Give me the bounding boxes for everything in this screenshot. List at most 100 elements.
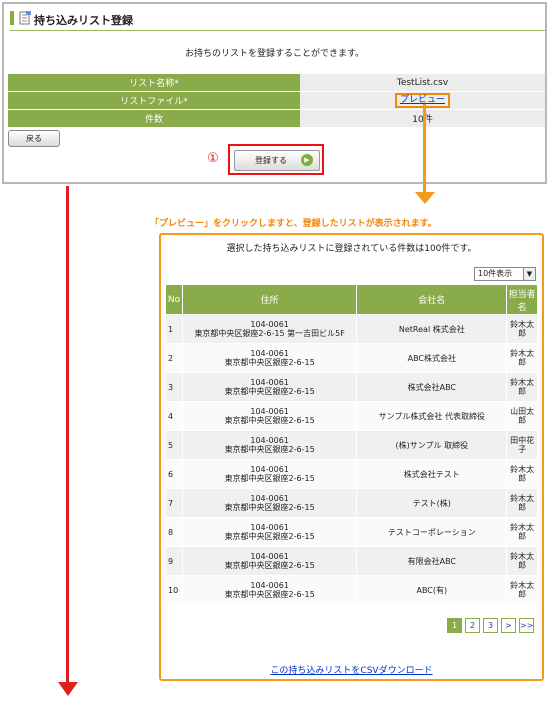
- header-rep: 担当者名: [506, 284, 538, 315]
- page-size-select[interactable]: 10件表示 ▼: [474, 267, 536, 281]
- zip-code: 104-0061: [250, 465, 289, 474]
- address-text: 東京都中央区銀座2-6-15: [224, 561, 315, 570]
- zip-code: 104-0061: [250, 523, 289, 532]
- header-divider: [10, 30, 546, 31]
- register-button-label: 登録する: [255, 156, 287, 165]
- preview-summary: 選択した持ち込みリストに登録されている件数は100件です。: [226, 244, 477, 254]
- zip-code: 104-0061: [250, 436, 289, 445]
- page-2-button[interactable]: 2: [465, 618, 480, 633]
- cell-no: 2: [165, 343, 183, 373]
- back-button[interactable]: 戻る: [8, 130, 60, 147]
- cell-rep: 鈴木太郎: [506, 372, 538, 402]
- address-text: 東京都中央区銀座2-6-15: [224, 445, 315, 454]
- zip-code: 104-0061: [250, 349, 289, 358]
- zip-code: 104-0061: [250, 407, 289, 416]
- preview-table: No 住所 会社名 担当者名 1 104-0061 東京都中央区銀座2-6-15 …: [165, 284, 538, 605]
- header-company: 会社名: [356, 284, 508, 315]
- cell-rep: 鈴木太郎: [506, 546, 538, 576]
- cell-address: 104-0061 東京都中央区銀座2-6-15 第一吉田ビル5F: [181, 314, 358, 344]
- red-arrow-head-icon: [58, 682, 78, 696]
- cell-no: 6: [165, 459, 183, 489]
- cell-no: 7: [165, 488, 183, 518]
- page-size-value: 10件表示: [478, 269, 513, 278]
- cell-company: サンプル株式会社 代表取締役: [356, 401, 508, 431]
- page-3-button[interactable]: 3: [483, 618, 498, 633]
- cell-rep: 鈴木太郎: [506, 343, 538, 373]
- next-page-button[interactable]: >: [501, 618, 516, 633]
- list-import-panel: 持ち込みリスト登録 お持ちのリストを登録することができます。 リスト名称* Te…: [2, 2, 547, 184]
- address-text: 東京都中央区銀座2-6-15: [224, 358, 315, 367]
- cell-address: 104-0061 東京都中央区銀座2-6-15: [181, 459, 358, 489]
- cell-no: 5: [165, 430, 183, 460]
- cell-no: 3: [165, 372, 183, 402]
- orange-arrow-line: [423, 104, 426, 198]
- page-1-button[interactable]: 1: [447, 618, 462, 633]
- zip-code: 104-0061: [250, 494, 289, 503]
- cell-address: 104-0061 東京都中央区銀座2-6-15: [181, 575, 358, 605]
- table-row: 1 104-0061 東京都中央区銀座2-6-15 第一吉田ビル5F NetRea…: [165, 314, 538, 344]
- page-title: 持ち込みリスト登録: [34, 14, 133, 27]
- table-row: 2 104-0061 東京都中央区銀座2-6-15 ABC株式会社 鈴木太郎: [165, 343, 538, 373]
- list-form-table: リスト名称* TestList.csv リストファイル* プレビュー 件数 10…: [8, 74, 545, 128]
- cell-company: 株式会社ABC: [356, 372, 508, 402]
- cell-no: 4: [165, 401, 183, 431]
- cell-address: 104-0061 東京都中央区銀座2-6-15: [181, 372, 358, 402]
- cell-rep: 山田太郎: [506, 401, 538, 431]
- cell-address: 104-0061 東京都中央区銀座2-6-15: [181, 401, 358, 431]
- orange-arrow-head-icon: [415, 192, 435, 204]
- table-row: 10 104-0061 東京都中央区銀座2-6-15 ABC(有) 鈴木太郎: [165, 575, 538, 605]
- address-text: 東京都中央区銀座2-6-15: [224, 416, 315, 425]
- cell-rep: 田中花子: [506, 430, 538, 460]
- zip-code: 104-0061: [250, 552, 289, 561]
- cell-company: ABC株式会社: [356, 343, 508, 373]
- zip-code: 104-0061: [250, 320, 289, 329]
- cell-company: 有限会社ABC: [356, 546, 508, 576]
- table-row: 4 104-0061 東京都中央区銀座2-6-15 サンプル株式会社 代表取締役 …: [165, 401, 538, 431]
- cell-no: 9: [165, 546, 183, 576]
- form-row-count: 件数 10件: [8, 109, 545, 128]
- list-name-value: TestList.csv: [300, 74, 545, 92]
- address-text: 東京都中央区銀座2-6-15: [224, 532, 315, 541]
- address-text: 東京都中央区銀座2-6-15: [224, 590, 315, 599]
- cell-company: ABC(有): [356, 575, 508, 605]
- cell-no: 1: [165, 314, 183, 344]
- address-text: 東京都中央区銀座2-6-15: [224, 503, 315, 512]
- cell-address: 104-0061 東京都中央区銀座2-6-15: [181, 546, 358, 576]
- zip-code: 104-0061: [250, 581, 289, 590]
- cell-company: テスト(株): [356, 488, 508, 518]
- cell-company: NetReal 株式会社: [356, 314, 508, 344]
- table-row: 9 104-0061 東京都中央区銀座2-6-15 有限会社ABC 鈴木太郎: [165, 546, 538, 576]
- red-arrow-line: [66, 186, 69, 686]
- cell-address: 104-0061 東京都中央区銀座2-6-15: [181, 517, 358, 547]
- table-row: 3 104-0061 東京都中央区銀座2-6-15 株式会社ABC 鈴木太郎: [165, 372, 538, 402]
- zip-code: 104-0061: [250, 378, 289, 387]
- field-label: リストファイル*: [8, 91, 300, 110]
- step-marker: ①: [207, 151, 219, 166]
- cell-rep: 鈴木太郎: [506, 459, 538, 489]
- cell-address: 104-0061 東京都中央区銀座2-6-15: [181, 488, 358, 518]
- last-page-button[interactable]: >>: [519, 618, 534, 633]
- cell-no: 10: [165, 575, 183, 605]
- preview-panel: 選択した持ち込みリストに登録されている件数は100件です。 10件表示 ▼ No…: [159, 233, 544, 681]
- section-header: 持ち込みリスト登録: [10, 8, 546, 31]
- header-address: 住所: [181, 284, 358, 315]
- field-label: リスト名称*: [8, 74, 300, 92]
- csv-download-link[interactable]: この持ち込みリストをCSVダウンロード: [161, 663, 542, 676]
- intro-text: お持ちのリストを登録することができます。: [184, 49, 365, 59]
- cell-rep: 鈴木太郎: [506, 575, 538, 605]
- cell-rep: 鈴木太郎: [506, 314, 538, 344]
- register-button[interactable]: 登録する ▶: [234, 150, 320, 171]
- table-row: 7 104-0061 東京都中央区銀座2-6-15 テスト(株) 鈴木太郎: [165, 488, 538, 518]
- cell-address: 104-0061 東京都中央区銀座2-6-15: [181, 430, 358, 460]
- register-highlight: 登録する ▶: [228, 144, 324, 175]
- table-row: 8 104-0061 東京都中央区銀座2-6-15 テストコーポレーション 鈴木太…: [165, 517, 538, 547]
- pagination: 1 2 3 > >>: [444, 618, 534, 633]
- callout-text: 「プレビュー」をクリックしますと、登録したリストが表示されます。: [150, 219, 437, 229]
- form-row-list-name: リスト名称* TestList.csv: [8, 74, 545, 92]
- chevron-down-icon: ▼: [523, 268, 535, 280]
- cell-rep: 鈴木太郎: [506, 517, 538, 547]
- address-text: 東京都中央区銀座2-6-15 第一吉田ビル5F: [194, 329, 345, 338]
- document-icon: [19, 11, 31, 25]
- cell-address: 104-0061 東京都中央区銀座2-6-15: [181, 343, 358, 373]
- address-text: 東京都中央区銀座2-6-15: [224, 474, 315, 483]
